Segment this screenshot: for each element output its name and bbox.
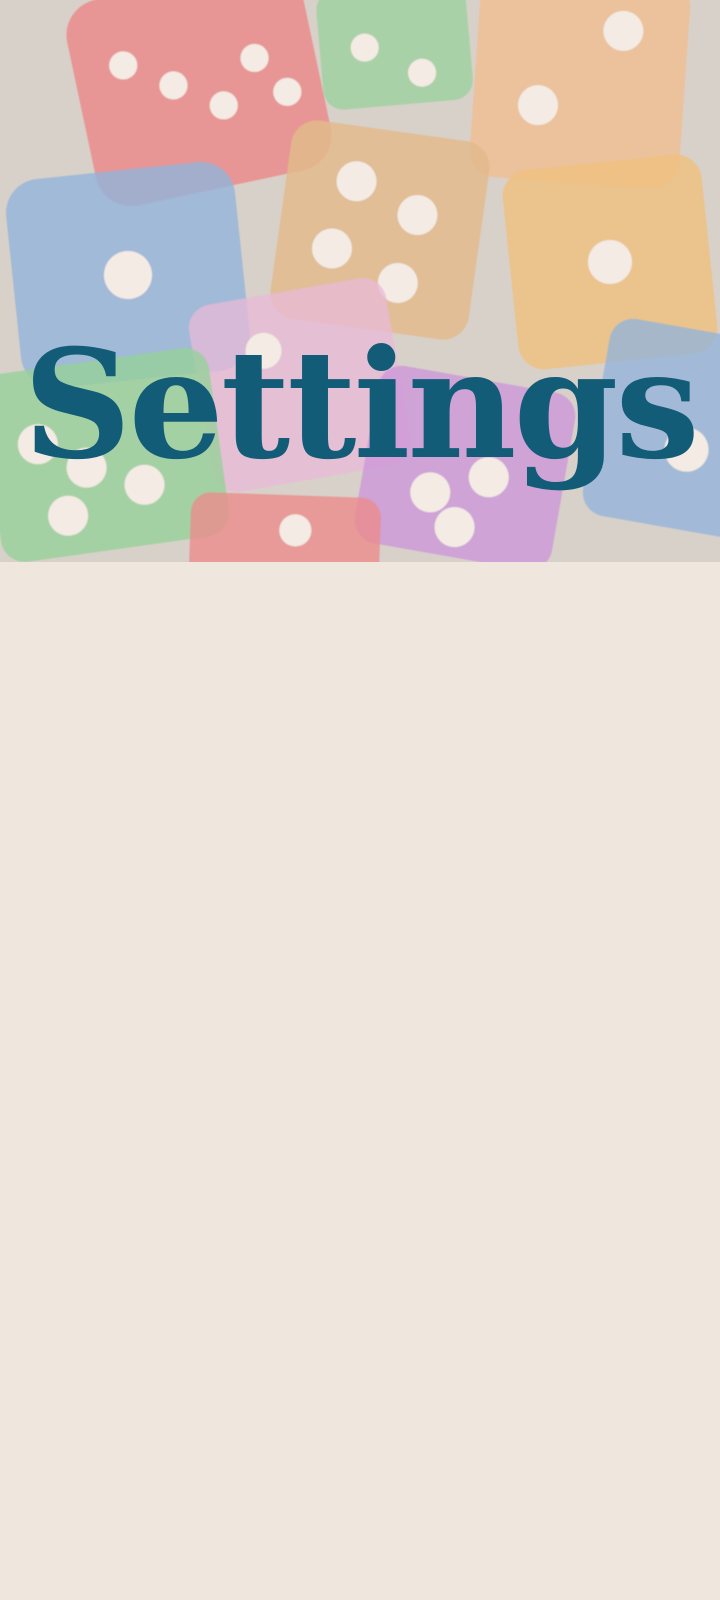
dice-hero-banner: Settings [0, 0, 720, 562]
settings-screen: Settings [0, 0, 720, 1600]
page-title: Settings [23, 317, 700, 493]
settings-content-area [0, 562, 720, 1600]
